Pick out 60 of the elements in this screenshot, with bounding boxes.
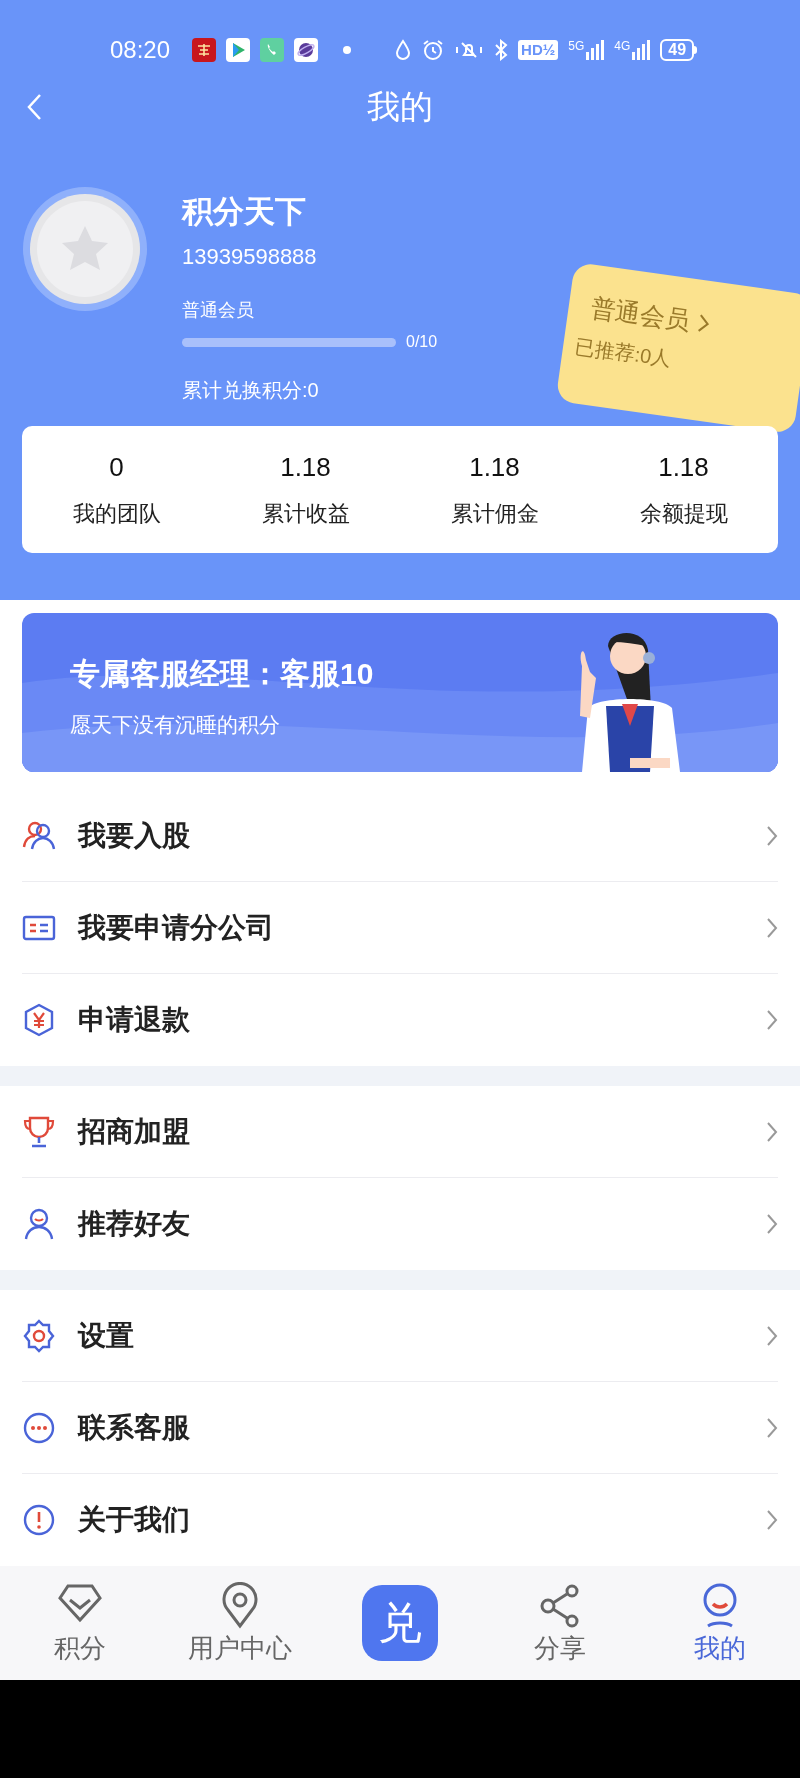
menu-item[interactable]: 推荐好友	[22, 1178, 778, 1270]
chevron-right-icon	[766, 824, 778, 847]
menu-item[interactable]: 我要申请分公司	[22, 882, 778, 974]
menu-item[interactable]: 招商加盟	[22, 1086, 778, 1178]
stat-value: 1.18	[469, 451, 520, 482]
back-icon[interactable]	[26, 93, 42, 121]
nav-tab[interactable]: 用户中心	[160, 1582, 320, 1664]
menu-item[interactable]: 联系客服	[22, 1382, 778, 1474]
nav-tab[interactable]: 分享	[480, 1582, 640, 1664]
chevron-right-icon	[766, 1009, 778, 1031]
signal-indicator: 4G	[614, 40, 651, 60]
avatar-icon	[22, 186, 148, 312]
drop-icon	[394, 39, 413, 61]
exchange-button[interactable]: 兑	[362, 1585, 438, 1661]
chevron-right-icon	[766, 916, 778, 939]
hd-badge: HD½	[518, 40, 559, 60]
stat-value: 1.18	[280, 451, 331, 482]
chevron-right-icon	[766, 1120, 778, 1143]
chevron-right-icon	[766, 1213, 778, 1235]
menu-item[interactable]: 我要入股	[22, 790, 778, 882]
dot-icon	[342, 45, 353, 55]
phone-app-icon	[260, 38, 285, 62]
stat-value: 1.18	[658, 451, 709, 482]
phone-number: 13939598888	[182, 243, 318, 271]
info-icon	[22, 1503, 56, 1537]
user-name: 积分天下	[182, 193, 307, 231]
stat-label[interactable]: 余额提现	[639, 499, 728, 528]
nav-tab[interactable]: 我的	[640, 1582, 800, 1664]
service-banner[interactable]: 专属客服经理：客服10 愿天下没有沉睡的积分	[22, 613, 778, 772]
alarm-icon	[422, 39, 445, 61]
member-level: 普通会员	[182, 299, 255, 322]
battery-indicator: 49	[660, 39, 698, 61]
chevron-right-icon	[766, 1324, 778, 1347]
chevron-right-icon	[766, 1509, 778, 1531]
status-time: 08:20	[110, 35, 171, 65]
nav-tab[interactable]: 积分	[0, 1582, 160, 1664]
menu-item[interactable]: 设置	[22, 1290, 778, 1382]
menu-item[interactable]: 关于我们	[22, 1474, 778, 1566]
settings-icon	[22, 1318, 56, 1353]
progress-reading: 0/10	[406, 332, 438, 352]
banner-subtitle: 愿天下没有沉睡的积分	[70, 712, 280, 738]
banner-title: 专属客服经理：客服10	[70, 656, 374, 692]
trophy-icon	[22, 1114, 56, 1149]
bluetooth-icon	[494, 39, 509, 61]
chevron-right-icon	[766, 1416, 778, 1439]
stat-label[interactable]: 累计佣金	[450, 499, 539, 528]
signal-indicator: 5G	[568, 40, 605, 60]
menu-item[interactable]: 申请退款	[22, 974, 778, 1066]
play-app-icon	[226, 38, 251, 62]
page-title: 我的	[367, 87, 433, 128]
chat-icon	[22, 1410, 56, 1445]
stat-label[interactable]: 累计收益	[261, 499, 350, 528]
points-total: 累计兑换积分:0	[182, 378, 320, 403]
chevron-right-icon	[696, 312, 712, 334]
stat-label[interactable]: 我的团队	[72, 499, 161, 528]
person-icon	[22, 1207, 56, 1241]
yen-icon	[22, 1003, 56, 1037]
planet-app-icon	[294, 38, 319, 62]
app-icon	[192, 38, 217, 62]
stat-value: 0	[109, 451, 124, 482]
